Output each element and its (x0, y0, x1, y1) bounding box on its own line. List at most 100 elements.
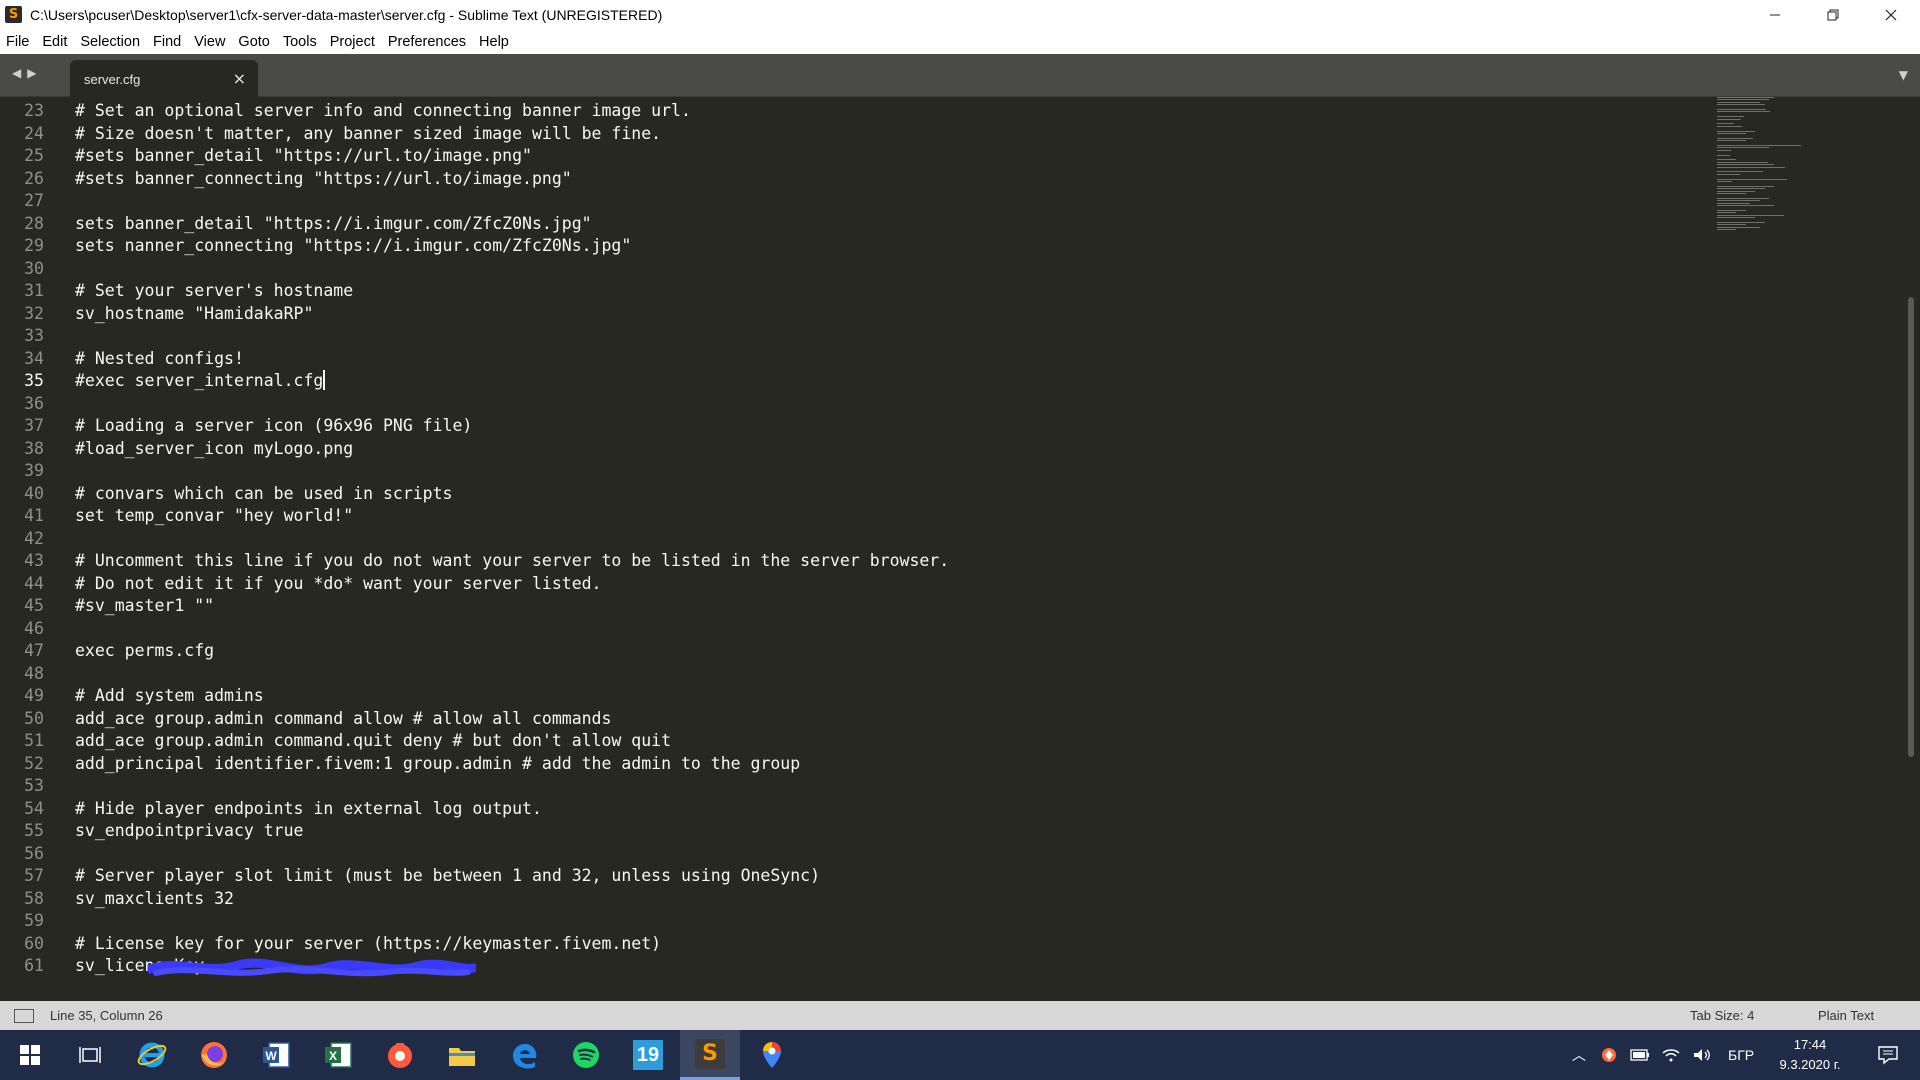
line-number: 52 (24, 753, 44, 773)
minimap-line (1717, 229, 1736, 230)
code-line[interactable]: set temp_convar "hey world!" (75, 505, 353, 528)
minimize-icon (1770, 14, 1780, 15)
code-line[interactable]: # Uncomment this line if you do not want… (75, 550, 949, 573)
code-line-text: set temp_convar "hey world!" (75, 506, 354, 525)
code-line[interactable]: #sets banner_detail "https://url.to/imag… (75, 145, 532, 168)
code-line[interactable]: # Add system admins (75, 685, 264, 708)
menu-view[interactable]: View (194, 34, 225, 50)
code-line[interactable]: #sv_master1 "" (75, 595, 214, 618)
battery-icon[interactable] (1630, 1048, 1650, 1062)
code-line[interactable]: exec perms.cfg (75, 640, 214, 663)
menu-project[interactable]: Project (330, 34, 375, 50)
line-number: 44 (24, 573, 44, 593)
firefox-button[interactable] (184, 1030, 244, 1080)
code-line[interactable]: #exec server_internal.cfg (75, 370, 326, 393)
close-window-button[interactable] (1862, 0, 1920, 29)
scroll-thumb[interactable] (1908, 297, 1914, 757)
code-line[interactable]: sv_maxclients 32 (75, 888, 234, 911)
internet-explorer-button[interactable] (122, 1030, 182, 1080)
line-number: 58 (24, 888, 44, 908)
code-line[interactable]: # Hide player endpoints in external log … (75, 798, 542, 821)
code-line[interactable]: add_principal identifier.fivem:1 group.a… (75, 753, 800, 776)
panel-toggle-icon[interactable] (14, 1009, 34, 1023)
menu-help[interactable]: Help (479, 34, 509, 50)
menu-goto[interactable]: Goto (238, 34, 269, 50)
task-view-button[interactable] (60, 1030, 120, 1080)
code-line-text: sv_endpointprivacy true (75, 821, 304, 840)
clock[interactable]: 17:44 9.3.2020 г. (1760, 1035, 1860, 1075)
code-line[interactable]: # Set your server's hostname (75, 280, 353, 303)
minimap-line (1717, 147, 1770, 149)
excel-button[interactable]: X (308, 1030, 368, 1080)
menu-find[interactable]: Find (153, 34, 181, 50)
minimap-line (1717, 109, 1767, 110)
edge-button[interactable] (494, 1030, 554, 1080)
minimize-button[interactable] (1746, 0, 1804, 29)
tab-size-selector[interactable]: Tab Size: 4 (1690, 1008, 1754, 1023)
menu-edit[interactable]: Edit (42, 34, 67, 50)
screenshot-tool-button[interactable] (370, 1030, 430, 1080)
vertical-scrollbar[interactable] (1905, 97, 1917, 1001)
minimap[interactable] (1715, 97, 1810, 257)
sublime-app-icon: S (5, 6, 22, 23)
minimap-line (1717, 145, 1801, 146)
notifications-button[interactable] (1858, 1030, 1918, 1080)
menu-tools[interactable]: Tools (283, 34, 317, 50)
minimap-line (1717, 116, 1744, 118)
start-button[interactable] (0, 1030, 60, 1080)
file-explorer-button[interactable] (432, 1030, 492, 1080)
syntax-selector[interactable]: Plain Text (1818, 1008, 1874, 1023)
sublime-text-icon: S (695, 1038, 725, 1069)
menu-preferences[interactable]: Preferences (388, 34, 466, 50)
maps-pin-icon (763, 1042, 781, 1068)
maps-button[interactable] (742, 1030, 802, 1080)
volume-icon[interactable] (1692, 1047, 1712, 1063)
arrow-left-icon[interactable]: ◀ (12, 66, 27, 80)
tray-expand-icon[interactable]: ︿ (1572, 1045, 1586, 1065)
code-line[interactable]: # Size doesn't matter, any banner sized … (75, 123, 661, 146)
code-line[interactable]: sv_endpointprivacy true (75, 820, 303, 843)
word-button[interactable]: W (246, 1030, 306, 1080)
code-line[interactable]: sets banner_detail "https://i.imgur.com/… (75, 213, 592, 236)
code-line[interactable]: sets nanner_connecting "https://i.imgur.… (75, 235, 631, 258)
code-line[interactable]: #load_server_icon myLogo.png (75, 438, 353, 461)
excel-icon: X (325, 1042, 352, 1068)
code-line[interactable]: # Loading a server icon (96x96 PNG file) (75, 415, 472, 438)
code-line[interactable]: # Server player slot limit (must be betw… (75, 865, 820, 888)
code-line[interactable]: # Do not edit it if you *do* want your s… (75, 573, 602, 596)
sublime-text-button[interactable]: S (680, 1030, 740, 1080)
menu-selection[interactable]: Selection (80, 34, 140, 50)
minimap-line (1717, 224, 1746, 226)
wifi-icon[interactable] (1662, 1047, 1680, 1063)
code-line[interactable]: add_ace group.admin command allow # allo… (75, 708, 611, 731)
code-area[interactable]: # Set an optional server info and connec… (75, 97, 1675, 1001)
line-number: 60 (24, 933, 44, 953)
restore-button[interactable] (1804, 0, 1862, 29)
code-line-text: sv_maxclients 32 (75, 888, 234, 908)
tab-server-cfg[interactable]: server.cfg × (70, 60, 258, 97)
code-line[interactable]: # Set an optional server info and connec… (75, 100, 691, 123)
tab-dropdown-icon[interactable]: ▼ (1899, 68, 1908, 82)
calendar-19-button[interactable]: 19 (618, 1030, 678, 1080)
minimap-line (1717, 149, 1732, 151)
code-line[interactable]: # convars which can be used in scripts (75, 483, 453, 506)
code-line[interactable]: # Nested configs! (75, 348, 244, 371)
code-editor[interactable]: 23 24 25 26 27 28 29 30 31 32 33 34 35 36 37 38 39 40 41 42… (0, 97, 1920, 1001)
minimap-line (1717, 137, 1754, 139)
spotify-button[interactable] (556, 1030, 616, 1080)
minimap-line (1717, 200, 1760, 202)
tab-nav-arrows[interactable]: ◀▶ (12, 66, 42, 80)
tray-app-icon[interactable] (1600, 1046, 1618, 1064)
code-line[interactable]: # License key for your server (https://k… (75, 933, 661, 956)
code-line[interactable]: #sets banner_connecting "https://url.to/… (75, 168, 572, 191)
code-line-text: # Nested configs! (75, 348, 244, 368)
file-explorer-icon (449, 1048, 475, 1066)
arrow-right-icon[interactable]: ▶ (27, 66, 42, 80)
tab-close-icon[interactable]: × (233, 69, 246, 88)
menu-file[interactable]: File (6, 34, 29, 50)
code-line[interactable]: add_ace group.admin command.quit deny # … (75, 730, 671, 753)
line-number: 42 (24, 528, 44, 548)
input-language[interactable]: БГР (1728, 1047, 1754, 1063)
code-line[interactable]: sv_hostname "HamidakaRP" (75, 303, 313, 326)
minimap-line (1717, 104, 1765, 106)
